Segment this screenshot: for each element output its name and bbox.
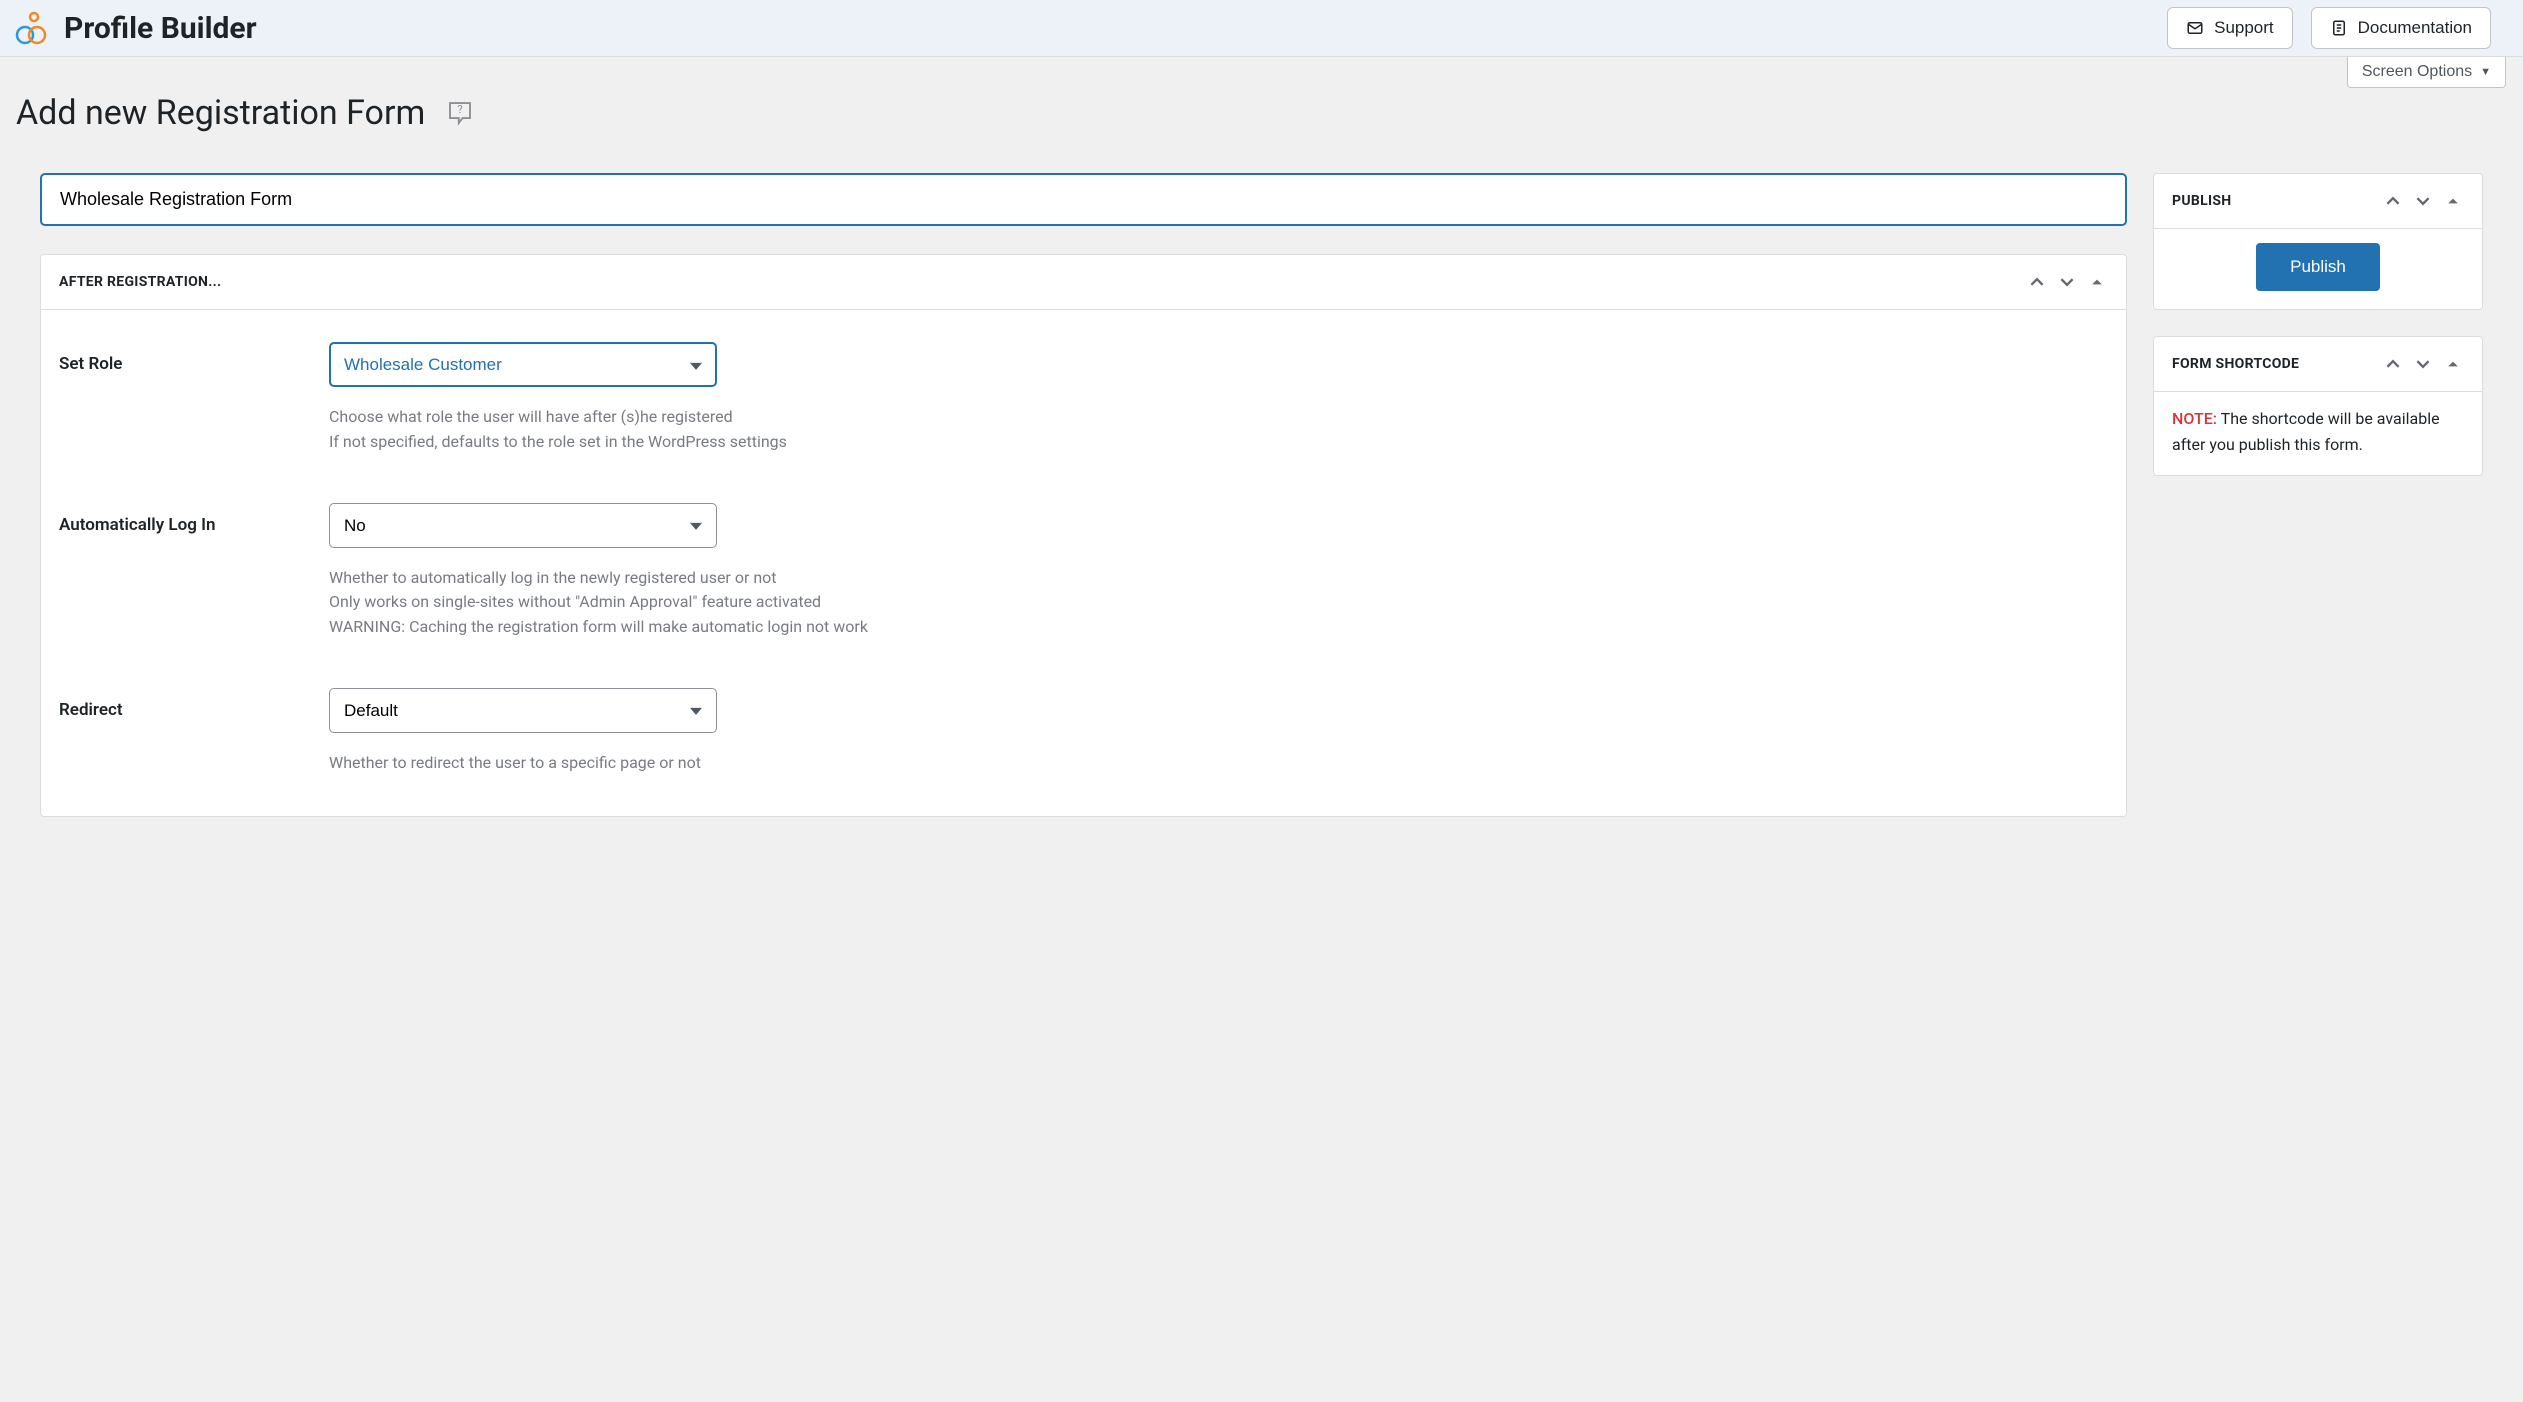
help-icon[interactable]: ? [445,98,475,128]
screen-options-button[interactable]: Screen Options ▼ [2347,57,2506,88]
redirect-description: Whether to redirect the user to a specif… [329,751,2108,776]
move-down-icon[interactable] [2056,271,2078,293]
page-heading: Add new Registration Form ? [0,88,2523,173]
move-up-icon[interactable] [2382,353,2404,375]
panel-title: AFTER REGISTRATION... [59,274,221,290]
support-button[interactable]: Support [2167,7,2293,49]
publish-panel-body: Publish [2154,229,2482,309]
note-label: NOTE: [2172,409,2217,428]
shortcode-panel-title: FORM SHORTCODE [2172,356,2299,372]
auto-login-description: Whether to automatically log in the newl… [329,566,2108,640]
document-icon [2330,19,2348,37]
publish-panel-title: PUBLISH [2172,193,2231,209]
move-up-icon[interactable] [2382,190,2404,212]
support-label: Support [2214,18,2274,38]
screen-options-wrap: Screen Options ▼ [0,57,2523,88]
move-up-icon[interactable] [2026,271,2048,293]
main-column: AFTER REGISTRATION... Set Role Wholesale… [40,173,2127,817]
after-registration-panel: AFTER REGISTRATION... Set Role Wholesale… [40,254,2127,817]
mail-icon [2186,19,2204,37]
app-title: Profile Builder [64,11,257,46]
svg-text:?: ? [458,103,463,116]
app-logo-icon [12,10,48,46]
side-column: PUBLISH Publish FORM SHORTCODE [2153,173,2483,817]
set-role-select[interactable]: Wholesale Customer [329,342,717,387]
panel-controls [2026,271,2108,293]
field-redirect: Redirect Default Whether to redirect the… [59,688,2108,776]
field-set-role: Set Role Wholesale Customer Choose what … [59,342,2108,455]
set-role-label: Set Role [59,342,329,374]
auto-login-control: No Whether to automatically log in the n… [329,503,2108,640]
move-down-icon[interactable] [2412,353,2434,375]
redirect-select[interactable]: Default [329,688,717,733]
panel-controls [2382,190,2464,212]
collapse-icon[interactable] [2442,353,2464,375]
auto-login-select-wrap: No [329,503,717,548]
content-wrap: AFTER REGISTRATION... Set Role Wholesale… [0,173,2523,857]
caret-down-icon: ▼ [2480,66,2491,78]
topbar-left: Profile Builder [12,10,257,46]
shortcode-panel-body: NOTE: The shortcode will be available af… [2154,392,2482,475]
shortcode-note: NOTE: The shortcode will be available af… [2172,406,2464,457]
topbar-right: Support Documentation [2167,7,2491,49]
redirect-control: Default Whether to redirect the user to … [329,688,2108,776]
shortcode-panel-header: FORM SHORTCODE [2154,337,2482,392]
page-title: Add new Registration Form [16,93,425,133]
top-bar: Profile Builder Support Documentation [0,0,2523,57]
collapse-icon[interactable] [2086,271,2108,293]
form-title-input[interactable] [40,173,2127,226]
shortcode-panel: FORM SHORTCODE NOTE: The shortcode will … [2153,336,2483,476]
publish-panel-header: PUBLISH [2154,174,2482,229]
collapse-icon[interactable] [2442,190,2464,212]
move-down-icon[interactable] [2412,190,2434,212]
publish-panel: PUBLISH Publish [2153,173,2483,310]
set-role-description: Choose what role the user will have afte… [329,405,2108,455]
panel-header: AFTER REGISTRATION... [41,255,2126,310]
redirect-label: Redirect [59,688,329,720]
panel-controls [2382,353,2464,375]
panel-body: Set Role Wholesale Customer Choose what … [41,310,2126,816]
set-role-select-wrap: Wholesale Customer [329,342,717,387]
documentation-label: Documentation [2358,18,2472,38]
publish-button[interactable]: Publish [2256,243,2380,291]
auto-login-label: Automatically Log In [59,503,329,535]
auto-login-select[interactable]: No [329,503,717,548]
documentation-button[interactable]: Documentation [2311,7,2491,49]
set-role-control: Wholesale Customer Choose what role the … [329,342,2108,455]
screen-options-label: Screen Options [2362,63,2472,81]
field-auto-login: Automatically Log In No Whether to autom… [59,503,2108,640]
redirect-select-wrap: Default [329,688,717,733]
